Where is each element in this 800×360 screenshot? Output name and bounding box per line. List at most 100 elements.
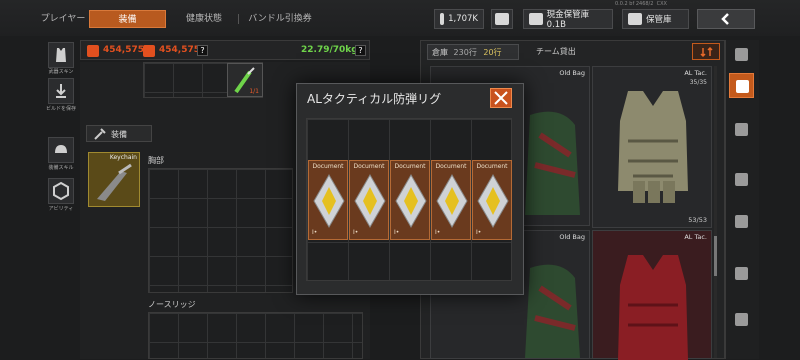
- ability-button[interactable]: [48, 178, 74, 204]
- rig-grid[interactable]: [148, 168, 293, 293]
- character-button[interactable]: [491, 9, 513, 29]
- storage-tab-label: 倉庫: [432, 48, 448, 57]
- item-label: AL Tac.: [684, 69, 707, 77]
- chevron-left-icon: [721, 13, 729, 25]
- tab-player[interactable]: プレイヤー: [40, 10, 86, 28]
- misc-icon: [735, 313, 748, 326]
- backpack-value-icon: [143, 45, 155, 57]
- category-ammo[interactable]: [729, 261, 754, 286]
- document-item[interactable]: Document Ι•: [431, 160, 471, 240]
- sort-icon: [700, 46, 713, 58]
- keychain-slot[interactable]: Keychain: [88, 152, 140, 207]
- bag-value-icon: [87, 45, 99, 57]
- cash-storage-label: 現金保管庫0.1B: [546, 10, 590, 30]
- scrollbar-thumb[interactable]: [714, 236, 717, 276]
- item-label: Old Bag: [559, 69, 585, 77]
- tool-slot[interactable]: 1/1: [227, 63, 263, 97]
- helmet-icon: [55, 145, 67, 153]
- ammo-icon: [735, 267, 748, 280]
- item-label: Old Bag: [559, 233, 585, 241]
- sort-button[interactable]: [692, 43, 720, 60]
- dialog-title: ALタクティカル防弾リグ: [307, 92, 442, 106]
- crystal-icon: [313, 173, 345, 229]
- backpack-slot-label: ノースリッジ: [148, 300, 196, 309]
- tab-health[interactable]: 健康状態: [180, 10, 228, 28]
- stack-icon: [735, 48, 748, 61]
- tab-storage[interactable]: 倉庫 230行 20行: [427, 44, 519, 60]
- weight-readout: 22.79/70kg: [301, 45, 358, 55]
- tab-bundle[interactable]: バンドル引換券: [244, 10, 316, 28]
- capacity-a: 230行: [453, 48, 477, 57]
- tactical-rig-icon: [618, 255, 688, 360]
- magazine-icon: [735, 215, 748, 228]
- coin-value: 1,707K: [448, 14, 478, 24]
- coin-balance[interactable]: 1,707K: [434, 9, 484, 29]
- document-key: Ι•: [435, 229, 441, 236]
- document-label: Document: [353, 163, 385, 170]
- category-weapons[interactable]: [729, 167, 754, 192]
- rig-icon: [736, 80, 749, 93]
- equipment-skill-button[interactable]: [48, 137, 74, 163]
- document-label: Document: [394, 163, 426, 170]
- tab-equipment[interactable]: 装備: [89, 10, 166, 28]
- document-item[interactable]: Document Ι•: [390, 160, 430, 240]
- download-icon: [56, 84, 66, 98]
- value-help-icon[interactable]: ?: [197, 45, 208, 56]
- cash-storage-button[interactable]: 現金保管庫0.1B: [523, 9, 613, 30]
- item-label: AL Tac.: [684, 233, 707, 241]
- storage-button[interactable]: 保管庫: [622, 9, 689, 29]
- category-misc[interactable]: [729, 307, 754, 332]
- document-item[interactable]: Document Ι•: [472, 160, 512, 240]
- divider: [238, 14, 239, 24]
- capacity-b: 20行: [483, 48, 502, 57]
- weapon-skin-label: 武器スキン: [48, 69, 74, 75]
- backpack-icon: [525, 264, 580, 358]
- rig-slot-label: 胸部: [148, 156, 164, 165]
- category-helmets[interactable]: [729, 117, 754, 142]
- document-key: Ι•: [476, 229, 482, 236]
- bag-value: 454,575: [103, 45, 144, 55]
- backpack-grid[interactable]: [148, 312, 363, 359]
- safe-icon: [529, 13, 543, 25]
- item-count: 53/53: [688, 216, 707, 224]
- crystal-icon: [395, 173, 427, 229]
- crystal-icon: [354, 173, 386, 229]
- total-value: 454,575: [159, 45, 200, 55]
- wrench-icon: [94, 128, 106, 140]
- item-al-tac-2[interactable]: AL Tac.: [592, 230, 712, 360]
- person-icon: [495, 13, 509, 25]
- money-icon: [440, 13, 445, 25]
- document-label: Document: [476, 163, 508, 170]
- document-item[interactable]: Document Ι•: [349, 160, 389, 240]
- document-item[interactable]: Document Ι•: [308, 160, 348, 240]
- tab-team-loan[interactable]: チーム貸出: [536, 44, 576, 60]
- document-label: Document: [435, 163, 467, 170]
- back-button[interactable]: [697, 9, 755, 29]
- keychain-label: Keychain: [109, 154, 137, 161]
- top-bar: 0.0.2 bf 2468/2 CXX プレイヤー 装備 健康状態 バンドル引換…: [0, 0, 800, 36]
- document-label: Document: [312, 163, 344, 170]
- rifle-icon: [735, 173, 748, 186]
- backpack-icon: [525, 111, 580, 215]
- equipment-skill-label: 装備スキル: [48, 165, 74, 171]
- ability-label: アビリティ: [48, 206, 74, 212]
- storage-label: 保管庫: [646, 15, 672, 25]
- category-rigs[interactable]: [729, 73, 754, 98]
- item-al-tac-1[interactable]: AL Tac. 35/35 53/53: [592, 66, 712, 228]
- category-magazines[interactable]: [729, 209, 754, 234]
- tactical-rig-icon: [618, 91, 688, 203]
- document-key: Ι•: [353, 229, 359, 236]
- equipment-section-header[interactable]: 装備: [86, 125, 152, 142]
- equipment-section-title: 装備: [111, 130, 127, 139]
- slot-count: 1/1: [249, 88, 259, 95]
- weapon-skin-button[interactable]: [48, 42, 74, 68]
- save-build-label: ビルドを保存: [45, 106, 76, 112]
- status-line: 0.0.2 bf 2468/2 CXX: [615, 1, 683, 7]
- document-key: Ι•: [312, 229, 318, 236]
- scrollbar-track[interactable]: [714, 66, 717, 358]
- weight-help-icon[interactable]: ?: [355, 45, 366, 56]
- save-build-button[interactable]: [48, 78, 74, 104]
- crystal-icon: [477, 173, 509, 229]
- close-button[interactable]: [490, 88, 512, 108]
- category-all[interactable]: [729, 42, 754, 67]
